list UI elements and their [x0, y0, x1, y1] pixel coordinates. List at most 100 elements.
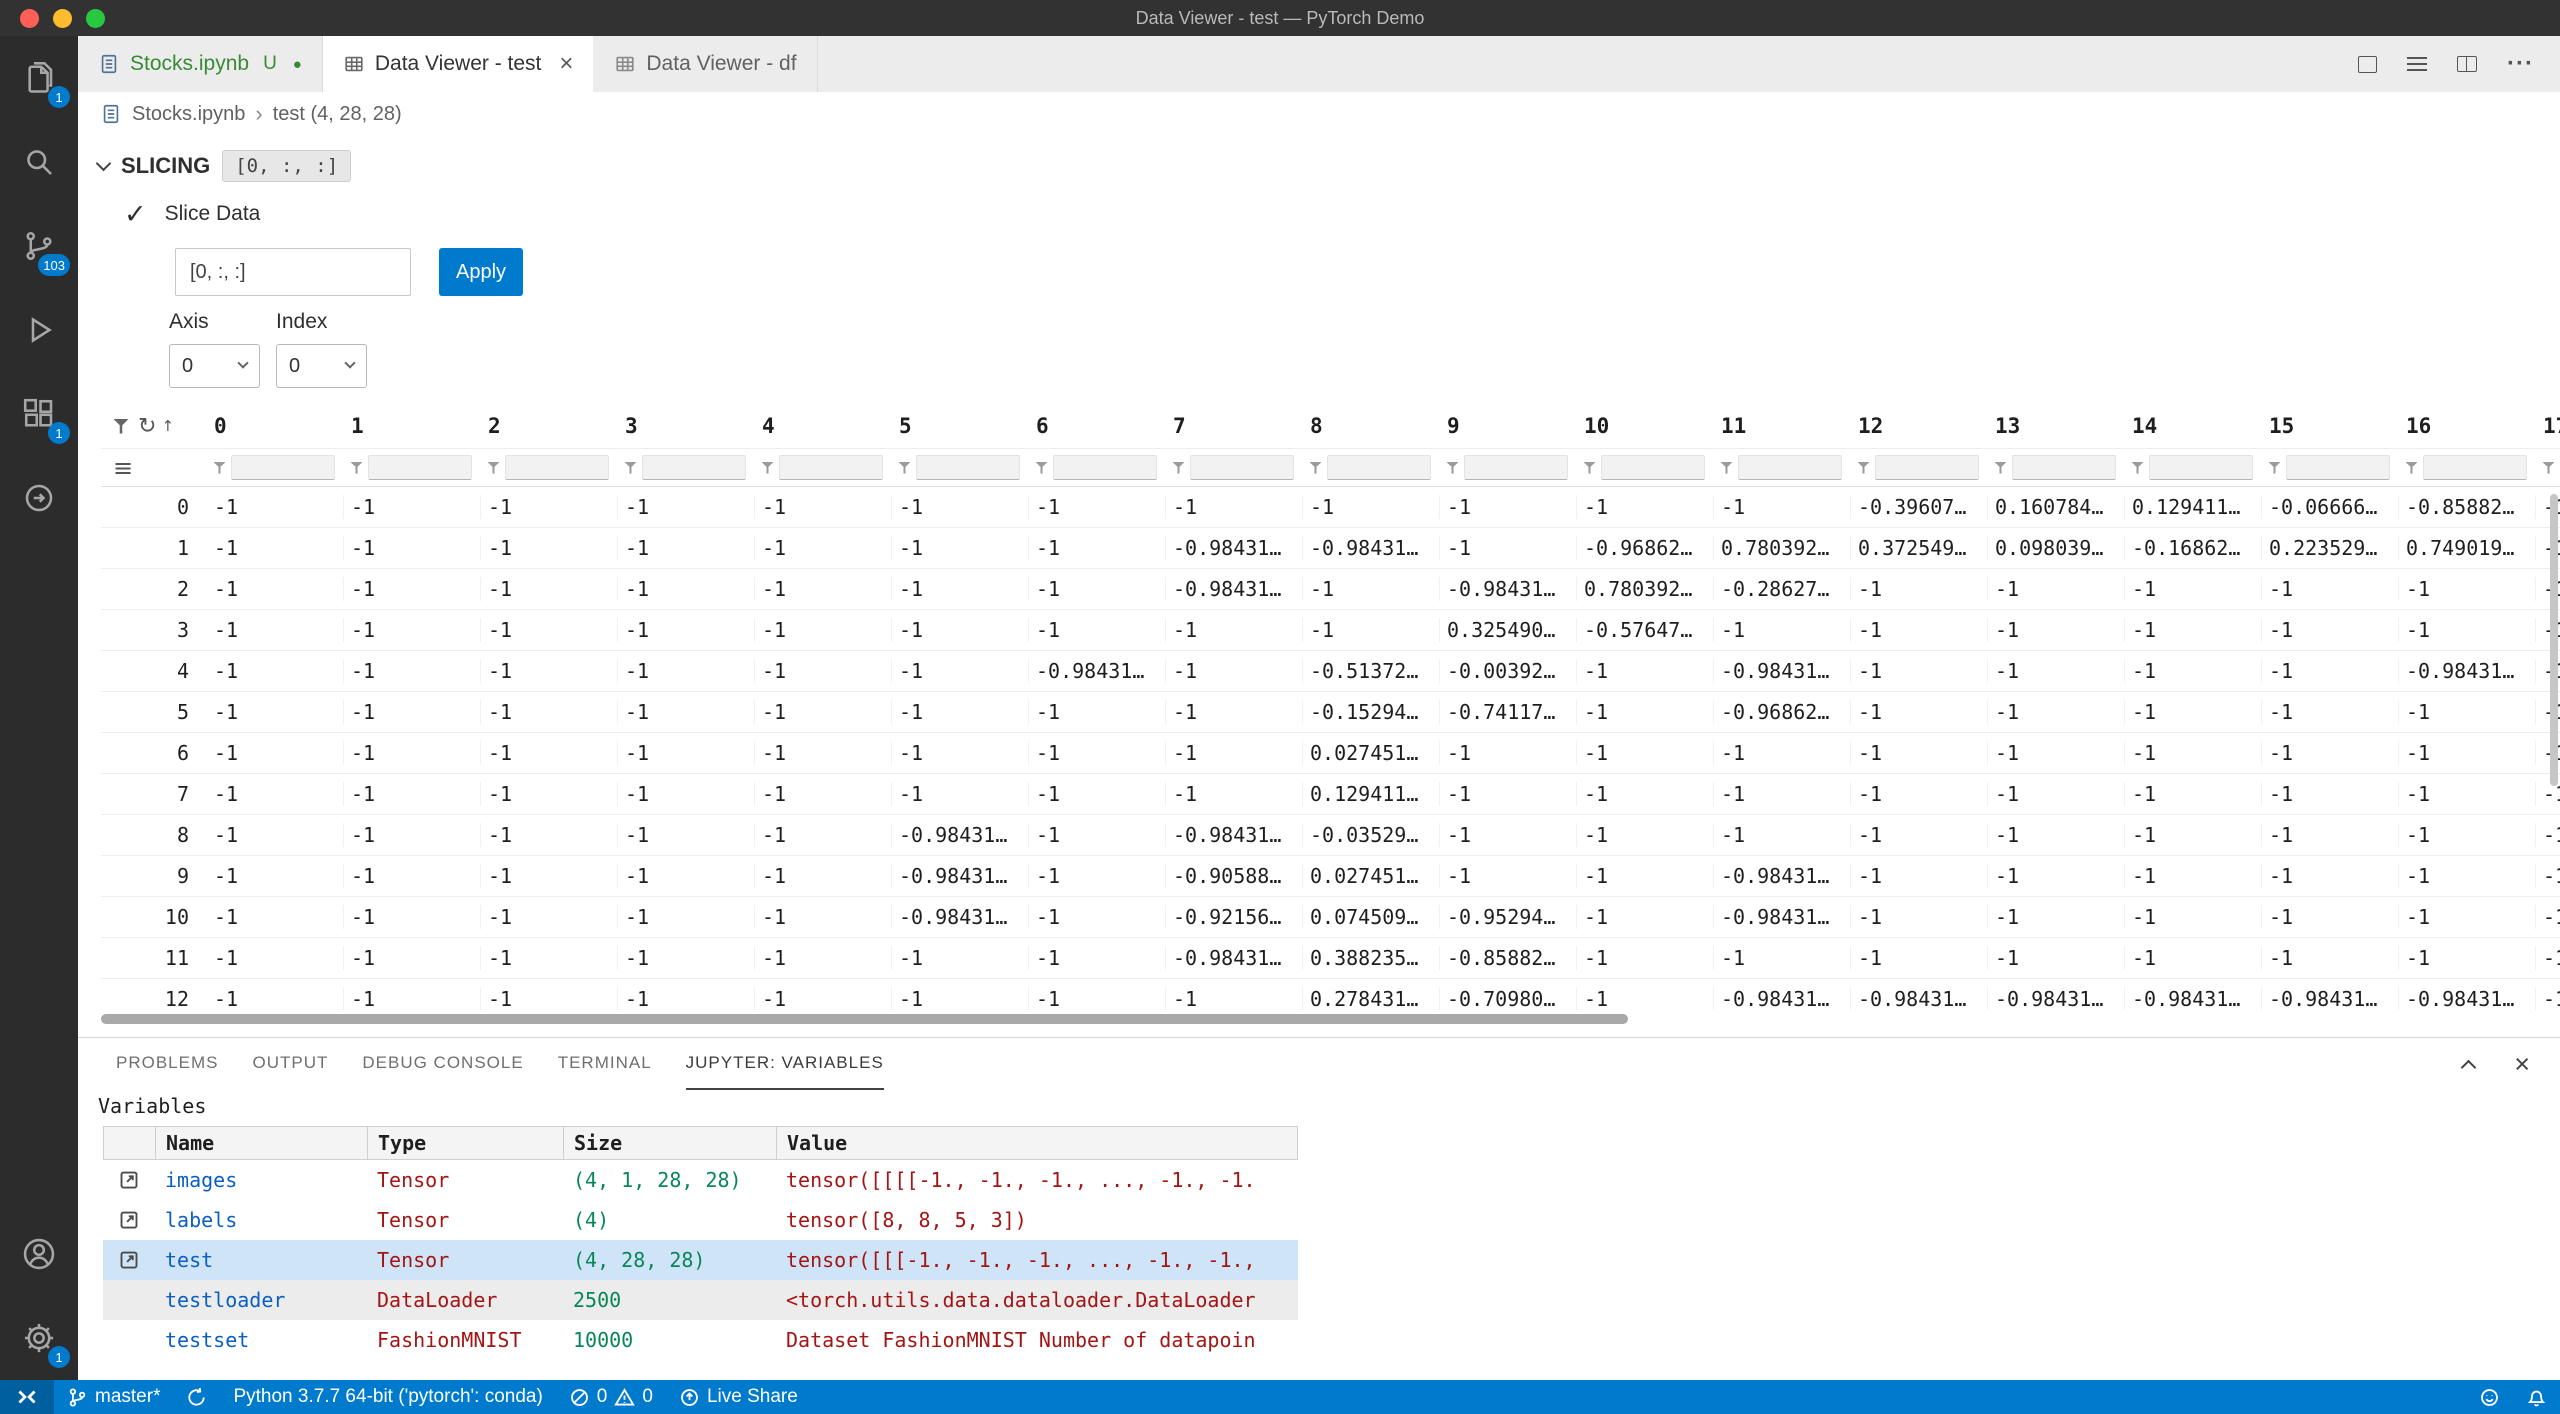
grid-cell[interactable]: -1	[755, 495, 892, 519]
variable-row[interactable]: testsetFashionMNIST10000Dataset FashionM…	[103, 1320, 1298, 1360]
sync-button[interactable]	[173, 1380, 220, 1414]
grid-cell[interactable]: -1	[344, 577, 481, 601]
grid-cell[interactable]: -1	[618, 536, 755, 560]
filter-input[interactable]	[2012, 455, 2116, 480]
grid-column-header[interactable]: 15	[2262, 414, 2399, 438]
slicing-section-title[interactable]: SLICING	[121, 153, 210, 179]
python-interpreter-status[interactable]: Python 3.7.7 64-bit ('pytorch': conda)	[220, 1380, 555, 1414]
grid-cell[interactable]: -1	[207, 618, 344, 642]
grid-cell[interactable]: -0.98431…	[2399, 659, 2536, 683]
grid-cell[interactable]: -1	[755, 905, 892, 929]
grid-cell[interactable]: -0.98431…	[1166, 536, 1303, 560]
grid-cell[interactable]: -1	[1303, 495, 1440, 519]
grid-cell[interactable]: -1	[1166, 782, 1303, 806]
grid-cell[interactable]: -1	[1988, 700, 2125, 724]
grid-cell[interactable]: -1	[892, 700, 1029, 724]
grid-cell[interactable]: -0.98431…	[1714, 987, 1851, 1010]
grid-cell[interactable]: 0.780392…	[1714, 536, 1851, 560]
variables-header-cell[interactable]: Value	[777, 1127, 1299, 1159]
grid-cell[interactable]: -1	[755, 536, 892, 560]
grid-cell[interactable]: -1	[1303, 577, 1440, 601]
grid-cell[interactable]: -1	[2262, 905, 2399, 929]
grid-cell[interactable]: 0.129411…	[1303, 782, 1440, 806]
variable-row[interactable]: labelsTensor(4)tensor([8, 8, 5, 3])	[103, 1200, 1298, 1240]
git-branch-status[interactable]: master*	[54, 1380, 173, 1414]
grid-cell[interactable]: -1	[1851, 659, 1988, 683]
grid-cell[interactable]: -1	[1577, 495, 1714, 519]
grid-cell[interactable]: -0.98431…	[1714, 659, 1851, 683]
grid-cell[interactable]: -1	[755, 946, 892, 970]
grid-column-header[interactable]: 5	[892, 414, 1029, 438]
grid-cell[interactable]: 0.749019…	[2399, 536, 2536, 560]
grid-column-header[interactable]: 17	[2536, 414, 2560, 438]
grid-cell[interactable]: -1	[755, 700, 892, 724]
grid-column-header[interactable]: 3	[618, 414, 755, 438]
grid-cell[interactable]: -1	[344, 659, 481, 683]
grid-column-header[interactable]: 0	[207, 414, 344, 438]
run-debug-button[interactable]	[0, 288, 78, 372]
grid-cell[interactable]: -1	[1988, 864, 2125, 888]
filter-input[interactable]	[916, 455, 1020, 480]
grid-cell[interactable]: -0.98431…	[1851, 987, 1988, 1010]
grid-cell[interactable]: -1	[481, 495, 618, 519]
grid-cell[interactable]: -1	[481, 659, 618, 683]
filter-icon[interactable]	[113, 419, 129, 434]
grid-cell[interactable]: -1	[2125, 741, 2262, 765]
settings-button[interactable]: 1	[0, 1296, 78, 1380]
vertical-scrollbar[interactable]	[2550, 494, 2558, 786]
grid-cell[interactable]: -1	[892, 618, 1029, 642]
grid-cell[interactable]: -1	[1988, 618, 2125, 642]
grid-cell[interactable]: -1	[2262, 618, 2399, 642]
grid-column-header[interactable]: 16	[2399, 414, 2536, 438]
grid-cell[interactable]: -1	[1988, 577, 2125, 601]
grid-cell[interactable]: -1	[892, 536, 1029, 560]
grid-cell[interactable]: -1	[1714, 618, 1851, 642]
open-in-data-viewer-icon[interactable]	[103, 1240, 155, 1280]
grid-column-header[interactable]: 2	[481, 414, 618, 438]
grid-cell[interactable]: -1	[1577, 987, 1714, 1010]
horizontal-scrollbar[interactable]	[101, 1012, 2560, 1026]
grid-cell[interactable]: 0.160784…	[1988, 495, 2125, 519]
grid-cell[interactable]: -1	[481, 700, 618, 724]
grid-cell[interactable]: -1	[481, 782, 618, 806]
grid-cell[interactable]: -1	[207, 782, 344, 806]
grid-cell[interactable]: 0.372549…	[1851, 536, 1988, 560]
grid-cell[interactable]: -1	[2399, 905, 2536, 929]
grid-cell[interactable]: -1	[2125, 659, 2262, 683]
filter-input[interactable]	[1875, 455, 1979, 480]
grid-cell[interactable]: -1	[1714, 495, 1851, 519]
grid-cell[interactable]: 0.027451…	[1303, 864, 1440, 888]
slice-data-checkbox[interactable]: ✓	[124, 199, 147, 230]
grid-cell[interactable]: -1	[1577, 905, 1714, 929]
grid-cell[interactable]: -1	[618, 700, 755, 724]
grid-cell[interactable]: -1	[1851, 741, 1988, 765]
grid-cell[interactable]: -1	[344, 946, 481, 970]
grid-cell[interactable]: -1	[1988, 659, 2125, 683]
remote-indicator[interactable]	[0, 1380, 54, 1414]
filter-input[interactable]	[1053, 455, 1157, 480]
axis-select[interactable]: 0	[169, 344, 260, 388]
scrollbar-thumb[interactable]	[101, 1014, 1628, 1024]
grid-cell[interactable]: -1	[1029, 536, 1166, 560]
grid-cell[interactable]: -1	[1166, 741, 1303, 765]
more-actions-icon[interactable]: ···	[2507, 50, 2534, 78]
grid-cell[interactable]: -0.98431…	[2125, 987, 2262, 1010]
minimize-window-button[interactable]	[53, 9, 72, 28]
filter-input[interactable]	[1464, 455, 1568, 480]
grid-cell[interactable]: -0.57647…	[1577, 618, 1714, 642]
grid-cell[interactable]: -0.00392…	[1440, 659, 1577, 683]
grid-cell[interactable]: -1	[2536, 864, 2560, 888]
grid-cell[interactable]: -1	[2125, 700, 2262, 724]
panel-tab-jupyter-variables[interactable]: JUPYTER: VARIABLES	[686, 1038, 884, 1090]
grid-cell[interactable]: -1	[207, 741, 344, 765]
grid-cell[interactable]: -0.85882…	[2399, 495, 2536, 519]
grid-cell[interactable]: -0.28627…	[1714, 577, 1851, 601]
sort-ascending-icon[interactable]: ↑	[161, 417, 174, 435]
grid-cell[interactable]: -1	[2399, 823, 2536, 847]
open-in-data-viewer-icon[interactable]	[103, 1160, 155, 1200]
grid-cell[interactable]: -1	[207, 700, 344, 724]
filter-input[interactable]	[1327, 455, 1431, 480]
dirty-indicator[interactable]: ●	[293, 56, 302, 73]
grid-cell[interactable]: -1	[2536, 946, 2560, 970]
grid-cell[interactable]: -0.85882…	[1440, 946, 1577, 970]
